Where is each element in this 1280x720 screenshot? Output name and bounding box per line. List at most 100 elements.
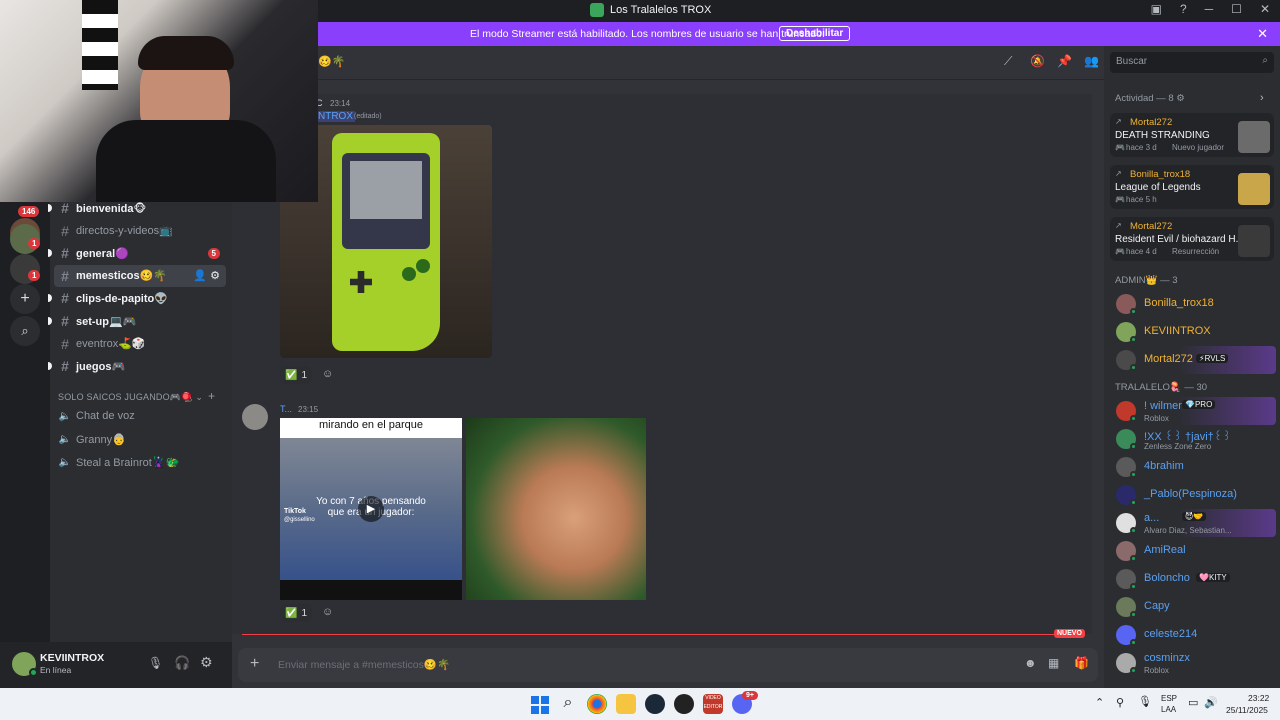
activity-card[interactable]: ↗ Mortal272 Resident Evil / biohazard H...… [1110,217,1274,261]
member-item[interactable]: a... Alvaro Diaz, Sebastian... 😈🤝 [1112,509,1276,537]
display-icon[interactable]: ▭ [1188,696,1198,709]
channel-name: general🟣 [76,247,129,260]
chevron-up-icon[interactable]: ⌃ [1095,696,1104,709]
member-tag: 😈🤝 [1182,512,1207,521]
voice-channel-item[interactable]: 🔈 Granny👵 [54,428,226,450]
channel-item[interactable]: # memesticos🥴🌴 👤 ⚙ [54,264,226,287]
channel-name: set-up💻🎮 [76,315,137,328]
member-item[interactable]: ! wilmer Roblox 💎PRO [1112,397,1276,425]
network-icon[interactable]: ⚲ [1116,696,1124,709]
app-icon[interactable] [674,694,694,714]
language-code[interactable]: ESP [1161,694,1177,703]
add-server-button[interactable]: + [10,284,40,314]
clock-date[interactable]: 25/11/2025 [1226,705,1268,715]
threads-icon[interactable]: ⟋ [1004,54,1012,69]
message-input[interactable]: Enviar mensaje a #memesticos🥴🌴 [278,658,450,671]
voice-channel-name: Chat de voz [76,410,135,422]
channel-name: directos-y-videos📺 [76,225,173,238]
sticker-icon[interactable]: ▦ [1048,656,1059,670]
chevron-right-icon[interactable]: › [1260,92,1264,104]
online-status-icon [1130,499,1137,506]
message-mention[interactable]: NTROX [316,111,355,122]
speaker-icon: 🔈 [58,410,72,422]
unread-indicator [48,317,52,325]
file-explorer-icon[interactable] [616,694,636,714]
online-status-icon [1130,611,1137,618]
pin-icon[interactable]: 📌 [1057,54,1072,68]
clock-time[interactable]: 23:22 [1248,693,1269,703]
maximize-button[interactable]: ☐ [1231,2,1242,16]
member-item[interactable]: Mortal272 ⚡RVLS [1112,346,1276,374]
channel-item[interactable]: # general🟣 5 [48,242,226,264]
channel-item[interactable]: # juegos🎮 [48,355,226,377]
reaction-checkmark[interactable]: ✅ 1 [280,604,313,622]
member-activity: Roblox [1144,414,1169,423]
member-item[interactable]: celeste214 [1112,621,1276,649]
avatar[interactable] [242,404,268,430]
member-name: cosminzx [1144,652,1190,664]
chrome-icon[interactable] [587,694,607,714]
user-status: En línea [40,665,72,675]
message-author[interactable]: T... [280,404,292,414]
member-name: !XX ꒰꒱ †javi†꒰꒱ [1144,431,1231,443]
microphone-icon[interactable]: 🎙 [1138,695,1152,708]
help-icon[interactable]: ? [1180,2,1187,16]
windows-start-icon[interactable] [529,694,549,714]
language-layout[interactable]: LAA [1161,705,1176,714]
mute-bell-icon[interactable]: 🔕 [1030,54,1045,68]
settings-gear-icon[interactable]: ⚙ [1176,93,1185,104]
gift-icon[interactable]: 🎁 [1074,656,1089,670]
add-reaction-icon[interactable]: ☺ [322,606,333,618]
member-item[interactable]: _Pablo(Pespinoza) [1112,481,1276,509]
member-item[interactable]: cosminzx Roblox [1112,649,1276,677]
member-item[interactable]: KEVIINTROX [1112,318,1276,346]
online-status-icon [1130,583,1137,590]
game-art [1238,225,1270,257]
message-time: 23:14 [330,99,351,108]
member-list-icon[interactable]: 👥 [1084,54,1099,68]
explore-servers-button[interactable]: ⌕ [10,316,40,346]
gamepad-icon: 🎮 [1115,143,1125,152]
play-icon[interactable]: ▶ [358,496,384,522]
attach-plus-icon[interactable]: + [250,655,259,673]
headphones-icon[interactable]: 🎧 [174,655,190,671]
emoji-icon[interactable]: ☻ [1024,656,1037,670]
voice-channel-item[interactable]: 🔈 Steal a Brainrot🦹🐲 [54,451,226,473]
search-input[interactable]: Buscar ⌕ [1110,52,1274,73]
settings-gear-icon[interactable]: ⚙ [200,654,213,671]
channel-item[interactable]: # eventrox⛳🎲 [54,333,226,355]
reaction-checkmark[interactable]: ✅ 1 [280,366,313,384]
volume-icon[interactable]: 🔊 [1204,696,1218,709]
message-composer: + Enviar mensaje a #memesticos🥴🌴 ☻ ▦ 🎁 [238,648,1098,682]
close-banner-icon[interactable]: ✕ [1257,26,1268,42]
video-editor-icon[interactable]: VIDEO EDITOR [703,694,723,714]
voice-category[interactable]: SOLO SAICOS JUGANDO🎮🪀 ⌄ [58,392,203,403]
close-window-button[interactable]: ✕ [1260,2,1270,16]
activity-time: hace 4 d [1126,247,1157,256]
activity-card[interactable]: ↗ Mortal272 DEATH STRANDING 🎮 hace 3 d Nuevo … [1110,113,1274,157]
channel-item[interactable]: # set-up💻🎮 [48,310,226,332]
online-status-icon [1130,471,1137,478]
microphone-icon[interactable]: 🎙 [148,656,163,670]
activity-card[interactable]: ↗ Bonilla_trox18 League of Legends 🎮 hace 5 … [1110,165,1274,209]
add-reaction-icon[interactable]: ☺ [322,368,333,380]
disable-streamer-button[interactable]: Deshabilitar [779,26,851,41]
channel-item[interactable]: # clips-de-papito👽 [48,287,226,309]
member-item[interactable]: Bonilla_trox18 [1112,290,1276,318]
search-icon[interactable]: ⌕ [558,694,578,714]
add-channel-icon[interactable]: + [208,389,215,403]
member-item[interactable]: Capy [1112,593,1276,621]
member-item[interactable]: 4brahim [1112,453,1276,481]
steam-icon[interactable] [645,694,665,714]
hash-icon: # [61,290,69,307]
inbox-icon[interactable]: ▣ [1151,2,1162,16]
minimize-button[interactable]: ─ [1205,2,1214,16]
channel-settings-icon[interactable]: 👤 ⚙ [193,269,220,282]
channel-item[interactable]: # directos-y-videos📺 [54,220,226,242]
member-item[interactable]: !XX ꒰꒱ †javi†꒰꒱ Zenless Zone Zero [1112,425,1276,453]
image-attachment-face[interactable] [466,418,646,600]
voice-channel-item[interactable]: 🔈 Chat de voz [54,405,226,427]
member-item[interactable]: AmiReal [1112,537,1276,565]
member-item[interactable]: Boloncho 🩷KITY [1112,565,1276,593]
video-attachment[interactable]: mirando en el parque Yo con 7 años pensa… [280,418,462,600]
